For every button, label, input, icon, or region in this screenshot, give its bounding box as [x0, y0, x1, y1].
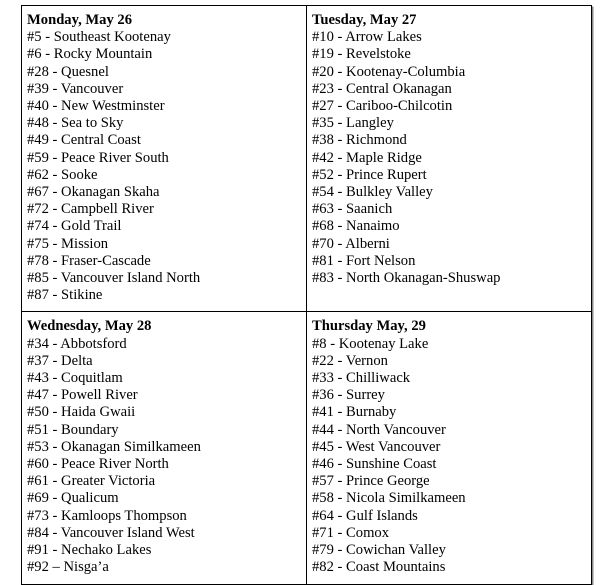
day-cell-wednesday: Wednesday, May 28 #34 - Abbotsford #37 -… [21, 311, 307, 585]
list-item: #34 - Abbotsford [27, 335, 127, 352]
list-item: #71 - Comox [312, 524, 390, 541]
list-item: #79 - Cowichan Valley [312, 542, 446, 559]
list-item: #85 - Vancouver Island North [27, 270, 201, 287]
list-item: #50 - Haida Gwaii [27, 404, 136, 421]
list-item: #63 - Saanich [312, 201, 393, 218]
list-item: #42 - Maple Ridge [312, 149, 422, 166]
district-list-monday: #5 - Southeast Kootenay #6 - Rocky Mount… [27, 29, 306, 304]
list-item: #67 - Okanagan Skaha [27, 184, 160, 201]
list-item: #10 - Arrow Lakes [312, 29, 422, 46]
list-item: #69 - Qualicum [27, 490, 119, 507]
list-item: #23 - Central Okanagan [312, 80, 452, 97]
list-item: #48 - Sea to Sky [27, 115, 124, 132]
list-item: #70 - Alberni [312, 235, 390, 252]
day-heading: Monday, May 26 [27, 12, 132, 28]
list-item: #64 - Gulf Islands [312, 507, 418, 524]
list-item: #72 - Campbell River [27, 201, 154, 218]
list-item: #36 - Surrey [312, 387, 385, 404]
district-list-tuesday: #10 - Arrow Lakes #19 - Revelstoke #20 -… [312, 29, 591, 287]
list-item: #53 - Okanagan Similkameen [27, 438, 201, 455]
table-row: Monday, May 26 #5 - Southeast Kootenay #… [21, 4, 592, 313]
list-item: #59 - Peace River South [27, 149, 169, 166]
day-cell-thursday: Thursday May, 29 #8 - Kootenay Lake #22 … [306, 311, 592, 585]
district-list-wednesday: #34 - Abbotsford #37 - Delta #43 - Coqui… [27, 336, 306, 577]
list-item: #83 - North Okanagan-Shuswap [312, 270, 501, 287]
list-item: #75 - Mission [27, 235, 109, 252]
day-heading: Tuesday, May 27 [312, 12, 417, 28]
list-item: #40 - New Westminster [27, 98, 165, 115]
day-cell-tuesday: Tuesday, May 27 #10 - Arrow Lakes #19 - … [306, 4, 592, 313]
list-item: #22 - Vernon [312, 352, 388, 369]
list-item: #43 - Coquitlam [27, 370, 123, 387]
list-item: #5 - Southeast Kootenay [27, 29, 171, 46]
list-item: #49 - Central Coast [27, 132, 141, 149]
list-item: #39 - Vancouver [27, 80, 124, 97]
list-item: #51 - Boundary [27, 421, 119, 438]
list-item: #38 - Richmond [312, 132, 407, 149]
list-item: #45 - West Vancouver [312, 438, 441, 455]
list-item: #74 - Gold Trail [27, 218, 122, 235]
list-item: #68 - Nanaimo [312, 218, 400, 235]
list-item: #28 - Quesnel [27, 63, 109, 80]
list-item: #87 - Stikine [27, 287, 103, 304]
list-item: #44 - North Vancouver [312, 421, 446, 438]
list-item: #60 - Peace River North [27, 456, 169, 473]
list-item: #47 - Powell River [27, 387, 138, 404]
list-item: #27 - Cariboo-Chilcotin [312, 98, 453, 115]
list-item: #61 - Greater Victoria [27, 473, 156, 490]
list-item: #91 - Nechako Lakes [27, 542, 152, 559]
list-item: #54 - Bulkley Valley [312, 184, 433, 201]
schedule-table-body: Monday, May 26 #5 - Southeast Kootenay #… [21, 4, 592, 585]
list-item: #78 - Fraser-Cascade [27, 252, 151, 269]
list-item: #92 – Nisga’a [27, 559, 109, 576]
list-item: #73 - Kamloops Thompson [27, 507, 187, 524]
table-row: Wednesday, May 28 #34 - Abbotsford #37 -… [21, 311, 592, 585]
list-item: #58 - Nicola Similkameen [312, 490, 466, 507]
list-item: #6 - Rocky Mountain [27, 46, 153, 63]
day-heading: Wednesday, May 28 [27, 318, 152, 335]
list-item: #81 - Fort Nelson [312, 252, 416, 269]
list-item: #35 - Langley [312, 115, 394, 132]
list-item: #19 - Revelstoke [312, 46, 411, 63]
list-item: #46 - Sunshine Coast [312, 456, 437, 473]
list-item: #41 - Burnaby [312, 404, 397, 421]
list-item: #37 - Delta [27, 352, 93, 369]
list-item: #8 - Kootenay Lake [312, 335, 429, 352]
day-cell-monday: Monday, May 26 #5 - Southeast Kootenay #… [21, 4, 307, 313]
list-item: #57 - Prince George [312, 473, 430, 490]
district-list-thursday: #8 - Kootenay Lake #22 - Vernon #33 - Ch… [312, 336, 591, 577]
day-heading: Thursday May, 29 [312, 318, 426, 335]
list-item: #20 - Kootenay-Columbia [312, 63, 466, 80]
schedule-table: Monday, May 26 #5 - Southeast Kootenay #… [21, 4, 592, 585]
list-item: #84 - Vancouver Island West [27, 524, 195, 541]
list-item: #33 - Chilliwack [312, 370, 411, 387]
list-item: #82 - Coast Mountains [312, 559, 446, 576]
list-item: #52 - Prince Rupert [312, 166, 427, 183]
list-item: #62 - Sooke [27, 166, 98, 183]
